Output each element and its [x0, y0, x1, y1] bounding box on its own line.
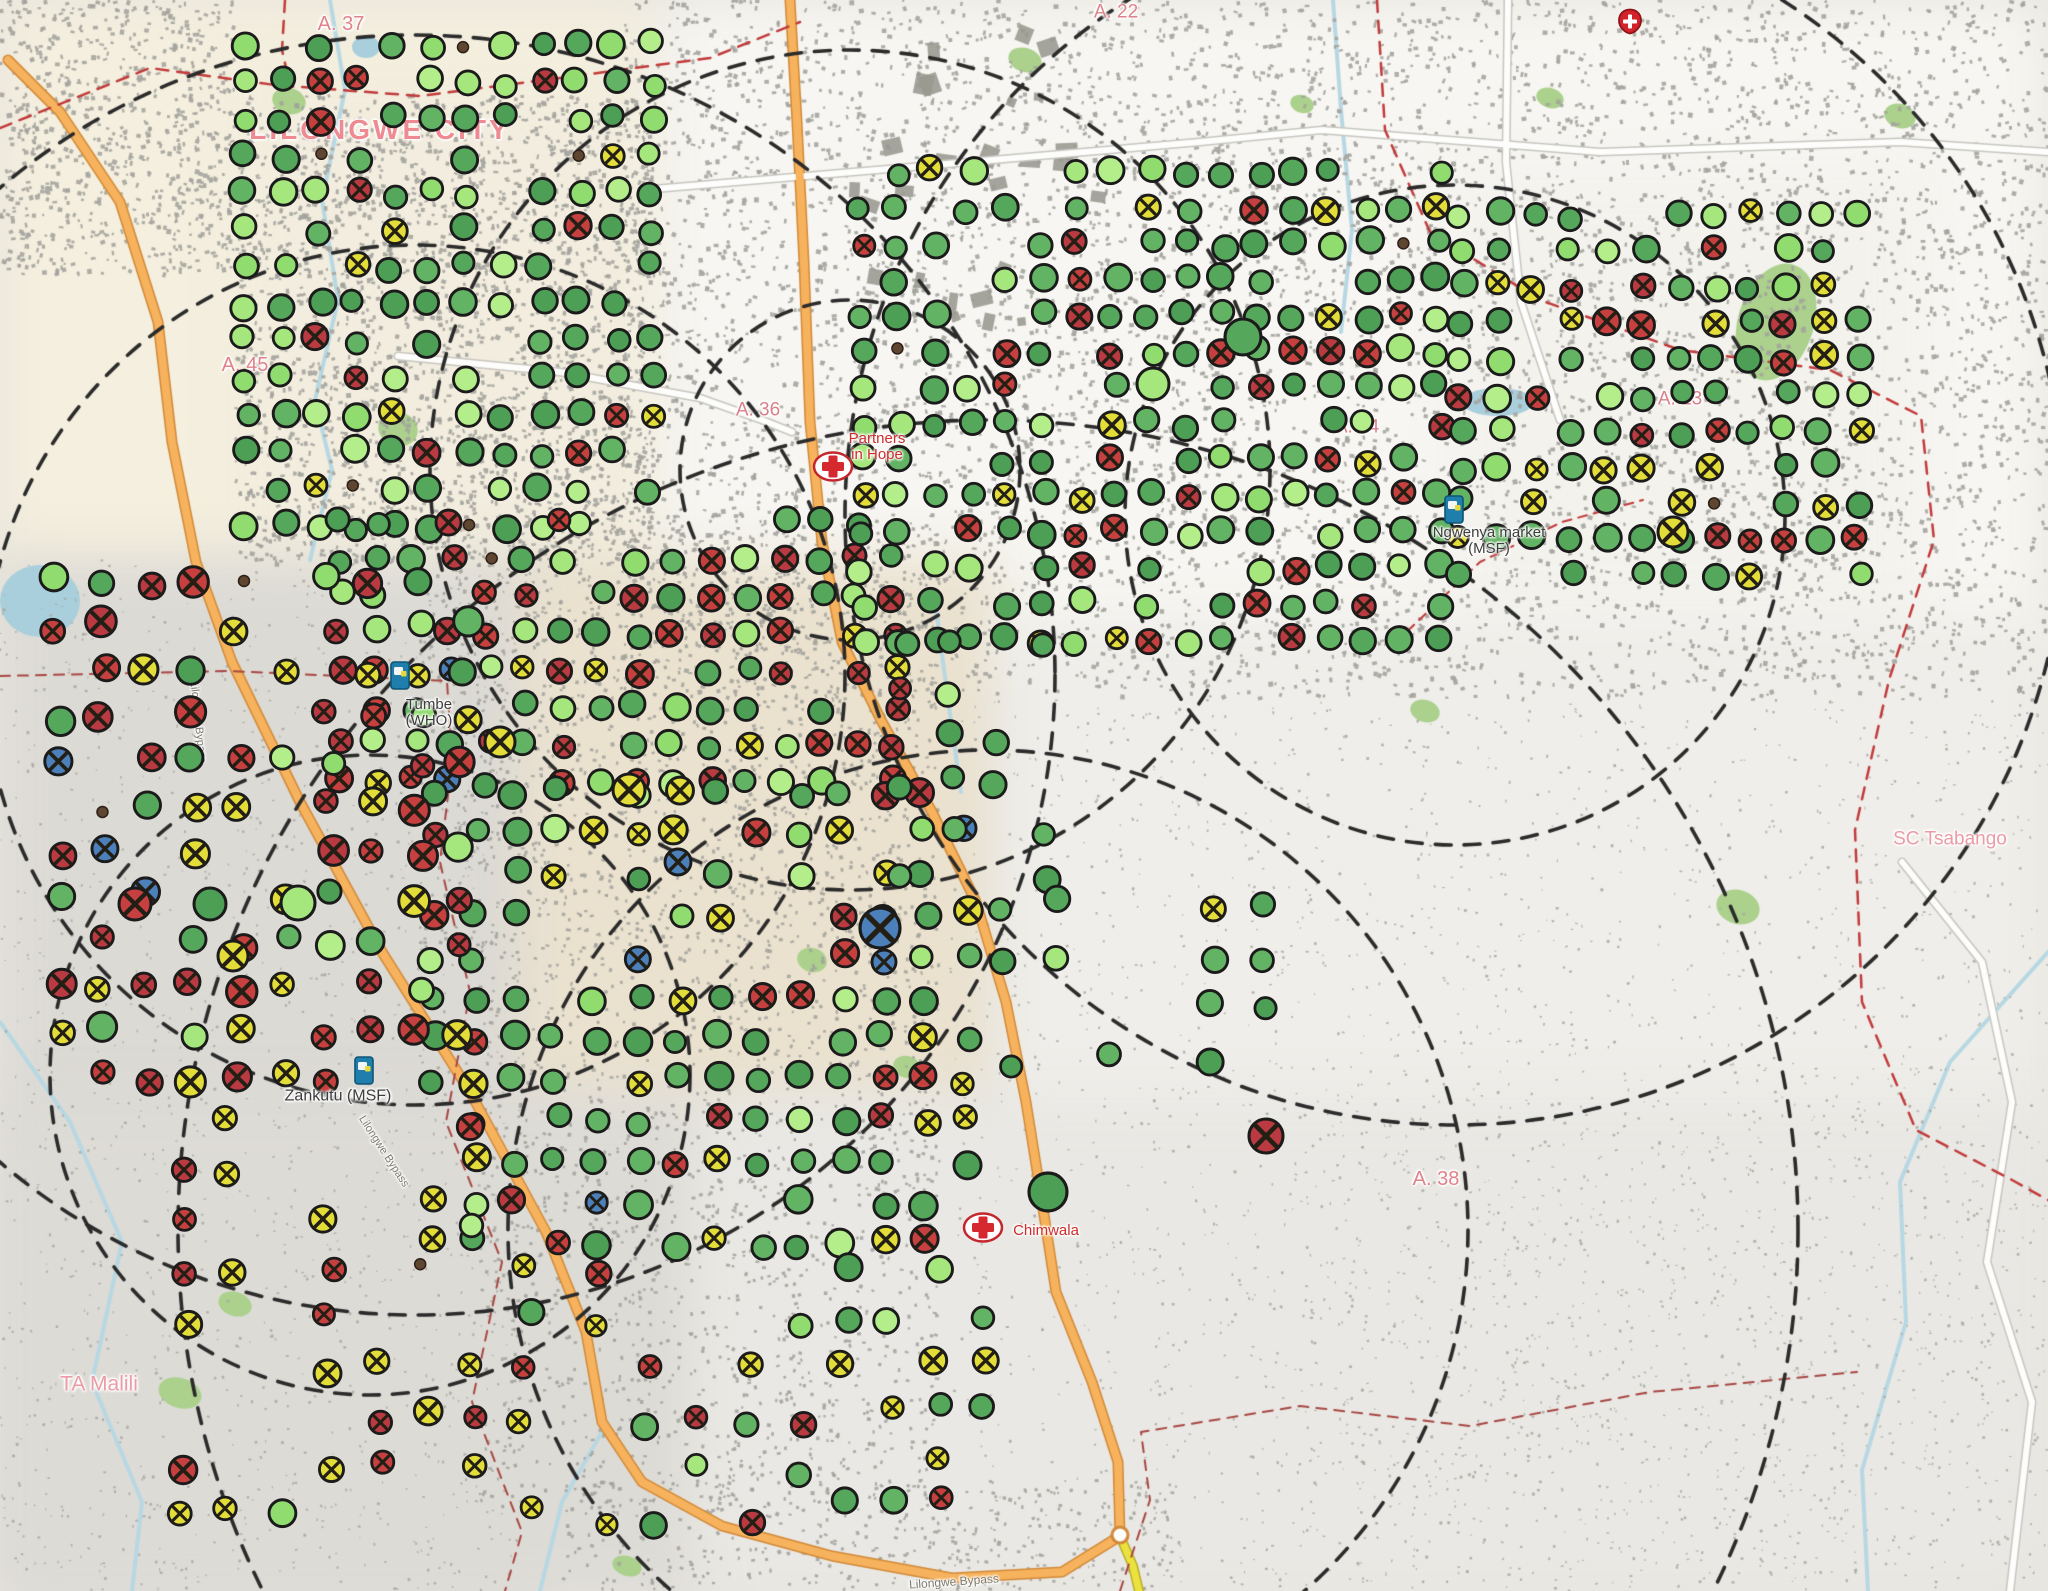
map-viewport[interactable]: LILONGWE CITYA. 37A. 45A. 36A. 22A. 24A.… — [0, 0, 2048, 1591]
basemap-layer — [0, 0, 2048, 1591]
